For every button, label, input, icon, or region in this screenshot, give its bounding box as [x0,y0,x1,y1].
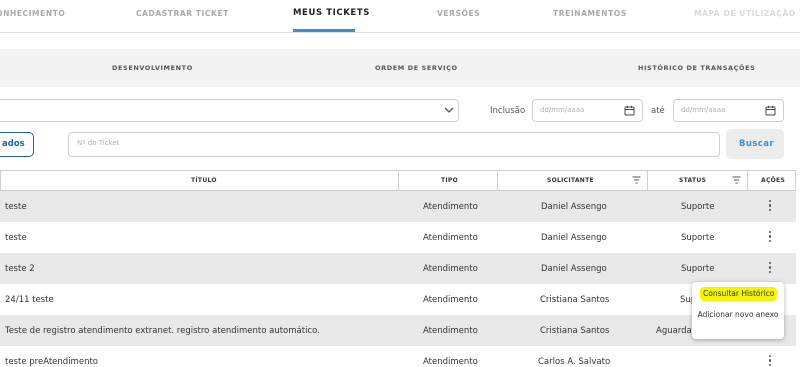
actions-menu: Consultar Histórico Adicionar novo anexo [692,282,784,339]
table-row[interactable]: 24/11 teste Atendimento Cristiana Santos… [0,284,796,315]
active-tab-indicator [293,29,355,32]
table-row[interactable]: teste Atendimento Daniel Assengo Suporte [0,222,796,253]
cell-titulo: teste [5,202,27,212]
cell-titulo: teste [5,233,27,243]
column-header-titulo[interactable]: TÍTULO [1,171,399,190]
tab-conhecimento[interactable]: CONHECIMENTO [0,9,65,18]
cell-tipo: Atendimento [423,202,478,212]
cell-tipo: Atendimento [423,357,478,367]
cell-solicitante: Daniel Assengo [541,264,607,274]
subtab-ordem-de-servico[interactable]: ORDEM DE SERVIÇO [375,64,458,72]
date-from-placeholder: dd/mm/aaaa [540,106,585,114]
tab-meus-tickets[interactable]: MEUS TICKETS [293,8,370,18]
filter-toggle-button[interactable]: ados [0,132,34,157]
column-header-status[interactable]: STATUS [648,171,748,190]
cell-solicitante: Cristiana Santos [540,326,610,336]
tickets-table: TÍTULO TIPO SOLICITANTE STATUS AÇÕES tes… [0,170,796,367]
inclusao-label: Inclusão [490,106,526,116]
search-button-label: Buscar [739,139,774,149]
filter-select[interactable] [0,99,459,122]
more-actions-icon[interactable] [767,355,773,367]
more-actions-icon[interactable] [767,200,773,213]
table-row[interactable]: Teste de registro atendimento extranet. … [0,315,796,346]
tab-treinamentos[interactable]: TREINAMENTOS [553,9,627,18]
subtab-historico-de-transacoes[interactable]: HISTÓRICO DE TRANSAÇÕES [638,64,755,72]
cell-titulo: Teste de registro atendimento extranet. … [5,326,320,336]
date-to-placeholder: dd/mm/aaaa [681,106,726,114]
date-from-input[interactable]: dd/mm/aaaa [532,99,643,122]
filter-toggle-label: ados [2,139,25,149]
tab-cadastrar-ticket[interactable]: CADASTRAR TICKET [136,9,229,18]
cell-titulo: teste 2 [5,264,35,274]
filter-icon[interactable] [732,176,741,184]
cell-tipo: Atendimento [423,233,478,243]
menu-item-adicionar-anexo[interactable]: Adicionar novo anexo [692,309,784,320]
table-row[interactable]: teste preAtendimento Atendimento Carlos … [0,346,796,367]
table-row[interactable]: teste Atendimento Daniel Assengo Suporte [0,191,796,222]
column-header-acoes: AÇÕES [761,177,786,184]
cell-solicitante: Cristiana Santos [540,295,610,305]
cell-tipo: Atendimento [423,264,478,274]
cell-titulo: 24/11 teste [5,295,54,305]
cell-tipo: Atendimento [423,295,478,305]
search-button[interactable]: Buscar [726,129,784,159]
filter-icon[interactable] [632,176,641,184]
column-header-tipo[interactable]: TIPO [399,171,498,190]
cell-solicitante: Daniel Assengo [541,202,607,212]
column-header-solicitante[interactable]: SOLICITANTE [498,171,648,190]
cell-solicitante: Daniel Assengo [541,233,607,243]
top-navigation: CONHECIMENTO CADASTRAR TICKET MEUS TICKE… [0,0,800,33]
ticket-number-field[interactable] [68,132,720,157]
date-to-input[interactable]: dd/mm/aaaa [673,99,784,122]
calendar-icon[interactable] [624,105,635,116]
chevron-down-icon[interactable] [443,104,455,116]
ate-label: até [651,106,665,116]
cell-tipo: Atendimento [423,326,478,336]
more-actions-icon[interactable] [767,231,773,244]
table-row[interactable]: teste 2 Atendimento Daniel Assengo Supor… [0,253,796,284]
cell-solicitante: Carlos A. Salvato [538,357,611,367]
spacer [0,33,800,49]
menu-item-consultar-historico[interactable]: Consultar Histórico [700,287,778,301]
cell-status: Suporte [681,233,715,243]
sub-navigation: DESENVOLVIMENTO ORDEM DE SERVIÇO HISTÓRI… [0,49,800,87]
ticket-number-input[interactable] [77,139,677,147]
cell-titulo: teste preAtendimento [5,357,98,367]
cell-status: Suporte [681,264,715,274]
calendar-icon[interactable] [765,105,776,116]
cell-status: Aguardar [656,326,696,336]
more-actions-icon[interactable] [767,262,773,275]
tab-mapa-de-utilizacao[interactable]: MAPA DE UTILIZAÇÃO [694,9,796,18]
tab-versoes[interactable]: VERSÕES [437,9,480,18]
table-header: TÍTULO TIPO SOLICITANTE STATUS AÇÕES [0,170,796,191]
cell-status: Suporte [681,202,715,212]
subtab-desenvolvimento[interactable]: DESENVOLVIMENTO [112,64,193,72]
